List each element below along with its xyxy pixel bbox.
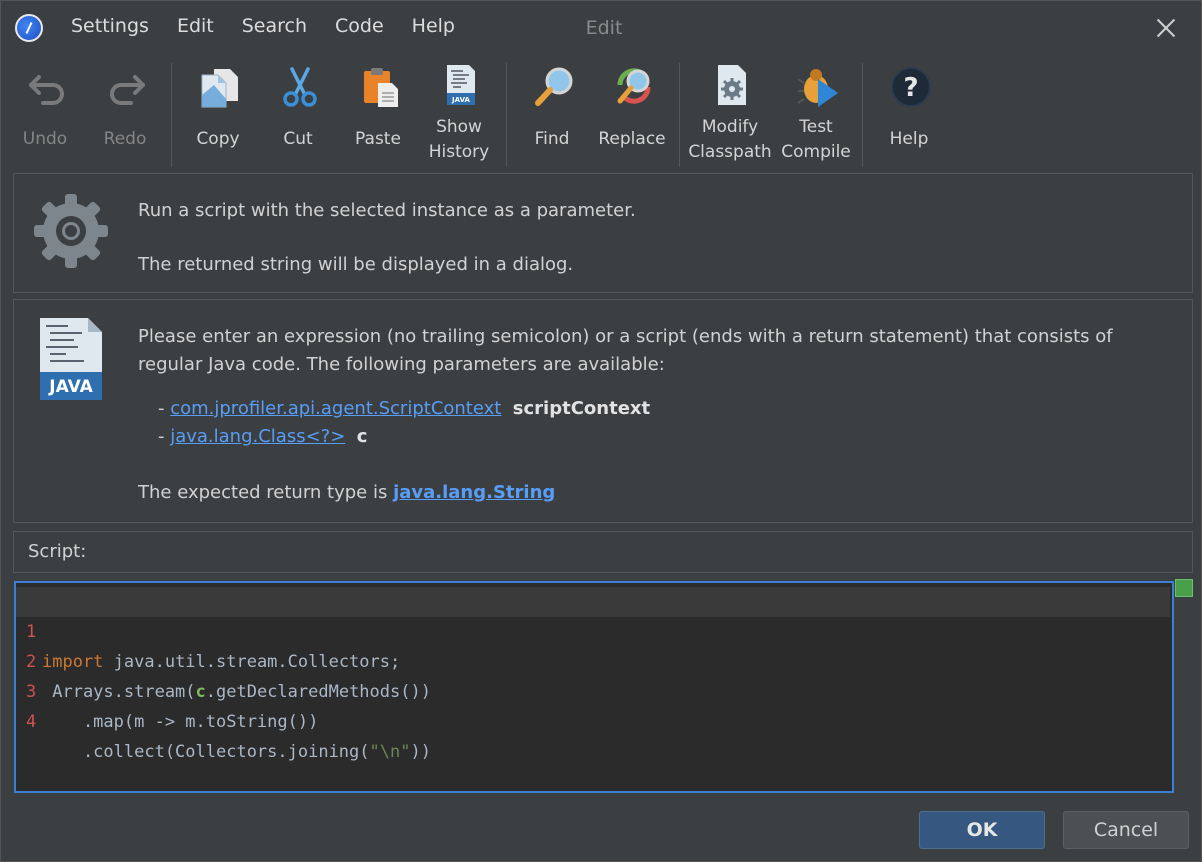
return-type-prefix: The expected return type is — [138, 482, 394, 503]
paste-label: Paste — [355, 129, 401, 149]
return-type-link[interactable]: java.lang.String — [393, 482, 555, 503]
cancel-button[interactable]: Cancel — [1063, 811, 1189, 849]
return-type-line: The expected return type is java.lang.St… — [138, 482, 555, 503]
show-history-button[interactable]: JAVA Show History — [419, 61, 499, 169]
gear-file-icon — [718, 65, 746, 105]
cut-button[interactable]: Cut — [258, 61, 338, 169]
parameter-name: scriptContext — [512, 398, 651, 419]
paste-button[interactable]: Paste — [338, 61, 418, 169]
edit-dialog: Settings Edit Search Code Help Edit Undo… — [0, 0, 1202, 862]
parameter-name: c — [356, 426, 368, 447]
app-compass-icon[interactable] — [15, 14, 43, 42]
java-file-icon: JAVA — [40, 318, 102, 400]
undo-button[interactable]: Undo — [5, 61, 85, 169]
code-string: "\n" — [369, 742, 411, 762]
parameter-type-link[interactable]: com.jprofiler.api.agent.ScriptContext — [170, 398, 501, 419]
help-label: Help — [889, 129, 929, 149]
code-line[interactable]: 3 .map(m -> m.toString()) — [16, 647, 1170, 732]
undo-label: Undo — [22, 129, 68, 149]
menu-settings[interactable]: Settings — [57, 15, 163, 37]
ok-button[interactable]: OK — [919, 811, 1045, 849]
help-button[interactable]: ? Help — [869, 61, 949, 169]
find-button[interactable]: Find — [512, 61, 592, 169]
description-panel: Run a script with the selected instance … — [13, 173, 1193, 293]
java-file-icon: JAVA — [447, 65, 475, 105]
script-label-panel: Script: — [13, 531, 1193, 573]
code-text: .collect(Collectors.joining( — [42, 742, 370, 762]
cut-label: Cut — [283, 129, 313, 149]
copy-label: Copy — [196, 129, 240, 149]
toolbar: Undo Redo Copy Cut Paste JAVA Show Histo… — [1, 61, 1201, 169]
code-line[interactable]: 2 Arrays.stream(c.getDeclaredMethods()) — [16, 617, 1170, 702]
svg-text:JAVA: JAVA — [451, 96, 470, 104]
test-compile-label-2: Compile — [781, 142, 851, 162]
window-title: Edit — [585, 17, 623, 39]
menu-bar: Settings Edit Search Code Help — [57, 15, 469, 37]
parameter-type-link[interactable]: java.lang.Class<?> — [170, 426, 345, 447]
bug-play-icon — [797, 69, 838, 107]
scissors-icon — [283, 67, 317, 107]
expression-help-panel: JAVA Please enter an expression (no trai… — [13, 299, 1193, 523]
undo-icon — [29, 75, 64, 105]
modify-classpath-label-1: Modify — [701, 117, 759, 137]
magnifier-icon — [535, 67, 573, 106]
java-badge: JAVA — [48, 377, 93, 397]
test-compile-button[interactable]: Test Compile — [776, 61, 856, 169]
svg-text:?: ? — [903, 73, 918, 103]
expression-intro-1: Please enter an expression (no trailing … — [138, 326, 1113, 347]
replace-button[interactable]: Replace — [592, 61, 672, 169]
code-line[interactable]: 4 .collect(Collectors.joining("\n")) — [16, 677, 1170, 762]
copy-icon — [201, 69, 238, 108]
clipboard-icon — [364, 68, 398, 107]
gear-icon — [34, 194, 108, 268]
test-compile-label-1: Test — [799, 117, 833, 137]
replace-label: Replace — [598, 129, 666, 149]
show-history-label-2: History — [428, 142, 490, 162]
bullet: - — [158, 398, 171, 419]
code-text: )) — [410, 742, 431, 762]
close-icon[interactable] — [1151, 13, 1181, 43]
parameter-item: - java.lang.Class<?> c — [158, 426, 367, 447]
copy-button[interactable]: Copy — [178, 61, 258, 169]
menu-help[interactable]: Help — [398, 15, 469, 37]
find-label: Find — [534, 129, 570, 149]
title-bar: Settings Edit Search Code Help Edit — [1, 1, 1201, 57]
line-number: 4 — [26, 712, 37, 732]
script-label: Script: — [28, 541, 87, 562]
redo-button[interactable]: Redo — [85, 61, 165, 169]
expression-intro-2: regular Java code. The following paramet… — [138, 354, 665, 375]
code-text: .map(m -> m.toString()) — [42, 712, 319, 732]
redo-icon — [110, 75, 145, 105]
modify-classpath-label-2: Classpath — [688, 142, 772, 162]
toolbar-separator — [679, 63, 680, 167]
description-line-1: Run a script with the selected instance … — [138, 200, 636, 221]
redo-label: Redo — [103, 129, 147, 149]
modify-classpath-button[interactable]: Modify Classpath — [688, 61, 772, 169]
menu-code[interactable]: Code — [321, 15, 398, 37]
menu-edit[interactable]: Edit — [163, 15, 228, 37]
replace-icon — [617, 68, 651, 104]
parameter-item: - com.jprofiler.api.agent.ScriptContext … — [158, 398, 650, 419]
menu-search[interactable]: Search — [228, 15, 321, 37]
bullet: - — [158, 426, 171, 447]
question-icon: ? — [891, 67, 931, 107]
description-line-2: The returned string will be displayed in… — [138, 254, 574, 275]
status-indicator — [1175, 579, 1193, 597]
code-line[interactable]: 1 import java.util.stream.Collectors; — [16, 587, 1170, 672]
script-editor[interactable]: 1 import java.util.stream.Collectors; 2 … — [14, 581, 1174, 793]
show-history-label-1: Show — [436, 117, 482, 137]
